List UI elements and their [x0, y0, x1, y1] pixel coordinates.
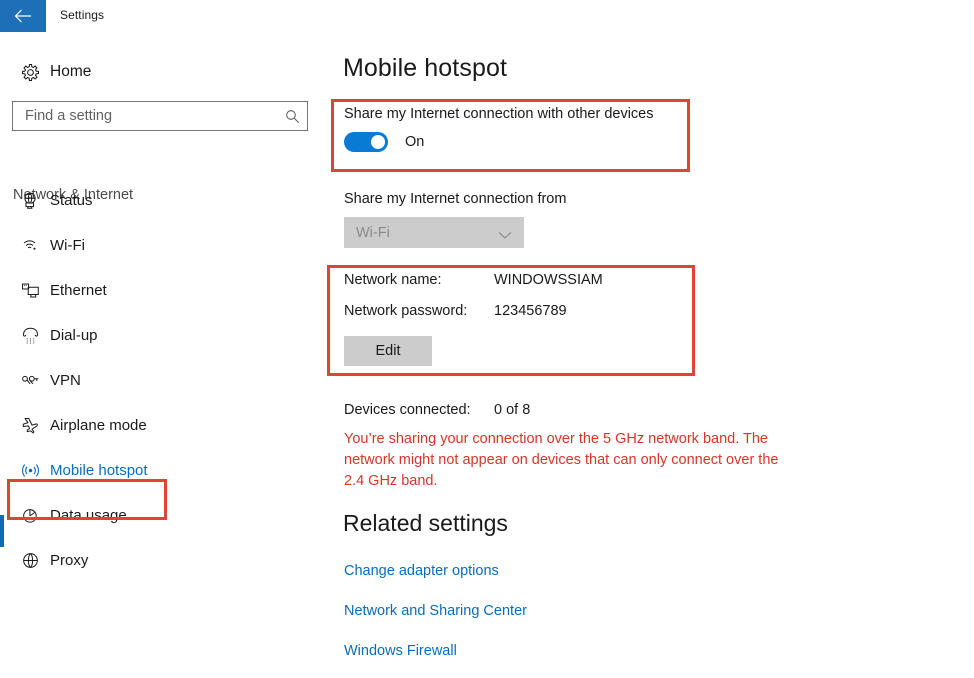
ethernet-icon: [10, 281, 50, 300]
sidebar-item-ethernet[interactable]: Ethernet: [0, 270, 330, 310]
sidebar-item-airplane-mode[interactable]: Airplane mode: [0, 405, 330, 445]
related-link-network-and-sharing-center[interactable]: Network and Sharing Center: [344, 603, 527, 619]
globe-monitor-icon: [10, 191, 50, 210]
chevron-down-icon: [498, 227, 512, 245]
toggle-state-label: On: [405, 134, 425, 150]
sidebar-item-label: Home: [50, 63, 92, 80]
edit-button[interactable]: Edit: [344, 336, 432, 366]
share-from-dropdown[interactable]: Wi-Fi: [344, 217, 524, 248]
gear-icon: [10, 63, 50, 82]
sidebar: Home Network & Internet: [0, 32, 330, 678]
sidebar-item-home[interactable]: Home: [0, 52, 330, 92]
sidebar-item-status[interactable]: Status: [0, 180, 330, 220]
back-button[interactable]: [0, 0, 46, 32]
devices-connected-key: Devices connected:: [344, 402, 471, 418]
back-arrow-icon: [14, 9, 32, 23]
vpn-key-icon: [10, 371, 50, 390]
share-from-label: Share my Internet connection from: [344, 191, 567, 207]
app-title: Settings: [60, 8, 105, 22]
network-password-row: Network password: 123456789: [344, 303, 567, 319]
page-title: Mobile hotspot: [343, 54, 507, 82]
sidebar-item-data-usage[interactable]: Data usage: [0, 495, 330, 535]
related-link-change-adapter-options[interactable]: Change adapter options: [344, 563, 499, 579]
airplane-icon: [10, 416, 50, 435]
sidebar-item-proxy[interactable]: Proxy: [0, 540, 330, 580]
dialup-phone-icon: [10, 326, 50, 345]
share-connection-label: Share my Internet connection with other …: [344, 106, 654, 122]
share-connection-toggle[interactable]: [344, 132, 388, 152]
sidebar-item-label: Dial-up: [50, 326, 98, 344]
related-link-windows-firewall[interactable]: Windows Firewall: [344, 643, 457, 659]
pie-chart-icon: [10, 506, 50, 525]
hotspot-broadcast-icon: [10, 461, 50, 480]
network-name-value: WINDOWSSIAM: [494, 272, 603, 288]
network-name-row: Network name: WINDOWSSIAM: [344, 272, 603, 288]
toggle-knob: [371, 135, 385, 149]
sidebar-item-wi-fi[interactable]: Wi-Fi: [0, 225, 330, 265]
search-icon[interactable]: [277, 109, 307, 124]
sidebar-item-label: Wi-Fi: [50, 236, 85, 254]
sidebar-item-label: Proxy: [50, 551, 89, 569]
title-bar: Settings: [0, 0, 974, 32]
search-box[interactable]: [12, 101, 308, 131]
sidebar-item-label: VPN: [50, 371, 81, 389]
sidebar-item-vpn[interactable]: VPN: [0, 360, 330, 400]
network-password-value: 123456789: [494, 303, 567, 319]
band-warning-text: You’re sharing your connection over the …: [344, 431, 779, 489]
share-connection-toggle-group[interactable]: On: [344, 132, 424, 152]
search-input[interactable]: [23, 102, 277, 130]
related-settings-title: Related settings: [343, 510, 508, 536]
devices-connected-row: Devices connected: 0 of 8: [344, 402, 530, 418]
sidebar-item-label: Airplane mode: [50, 416, 147, 434]
sidebar-item-dial-up[interactable]: Dial-up: [0, 315, 330, 355]
network-name-key: Network name:: [344, 272, 442, 288]
sidebar-item-mobile-hotspot[interactable]: Mobile hotspot: [0, 450, 330, 490]
sidebar-item-label: Mobile hotspot: [50, 461, 148, 479]
wifi-icon: [10, 236, 50, 255]
devices-connected-value: 0 of 8: [494, 402, 531, 418]
main-content: Mobile hotspot Share my Internet connect…: [330, 32, 974, 678]
sidebar-item-label: Status: [50, 191, 93, 209]
sidebar-item-label: Ethernet: [50, 281, 107, 299]
share-from-value: Wi-Fi: [356, 224, 390, 241]
globe-icon: [10, 551, 50, 570]
sidebar-item-label: Data usage: [50, 506, 127, 524]
network-password-key: Network password:: [344, 303, 468, 319]
